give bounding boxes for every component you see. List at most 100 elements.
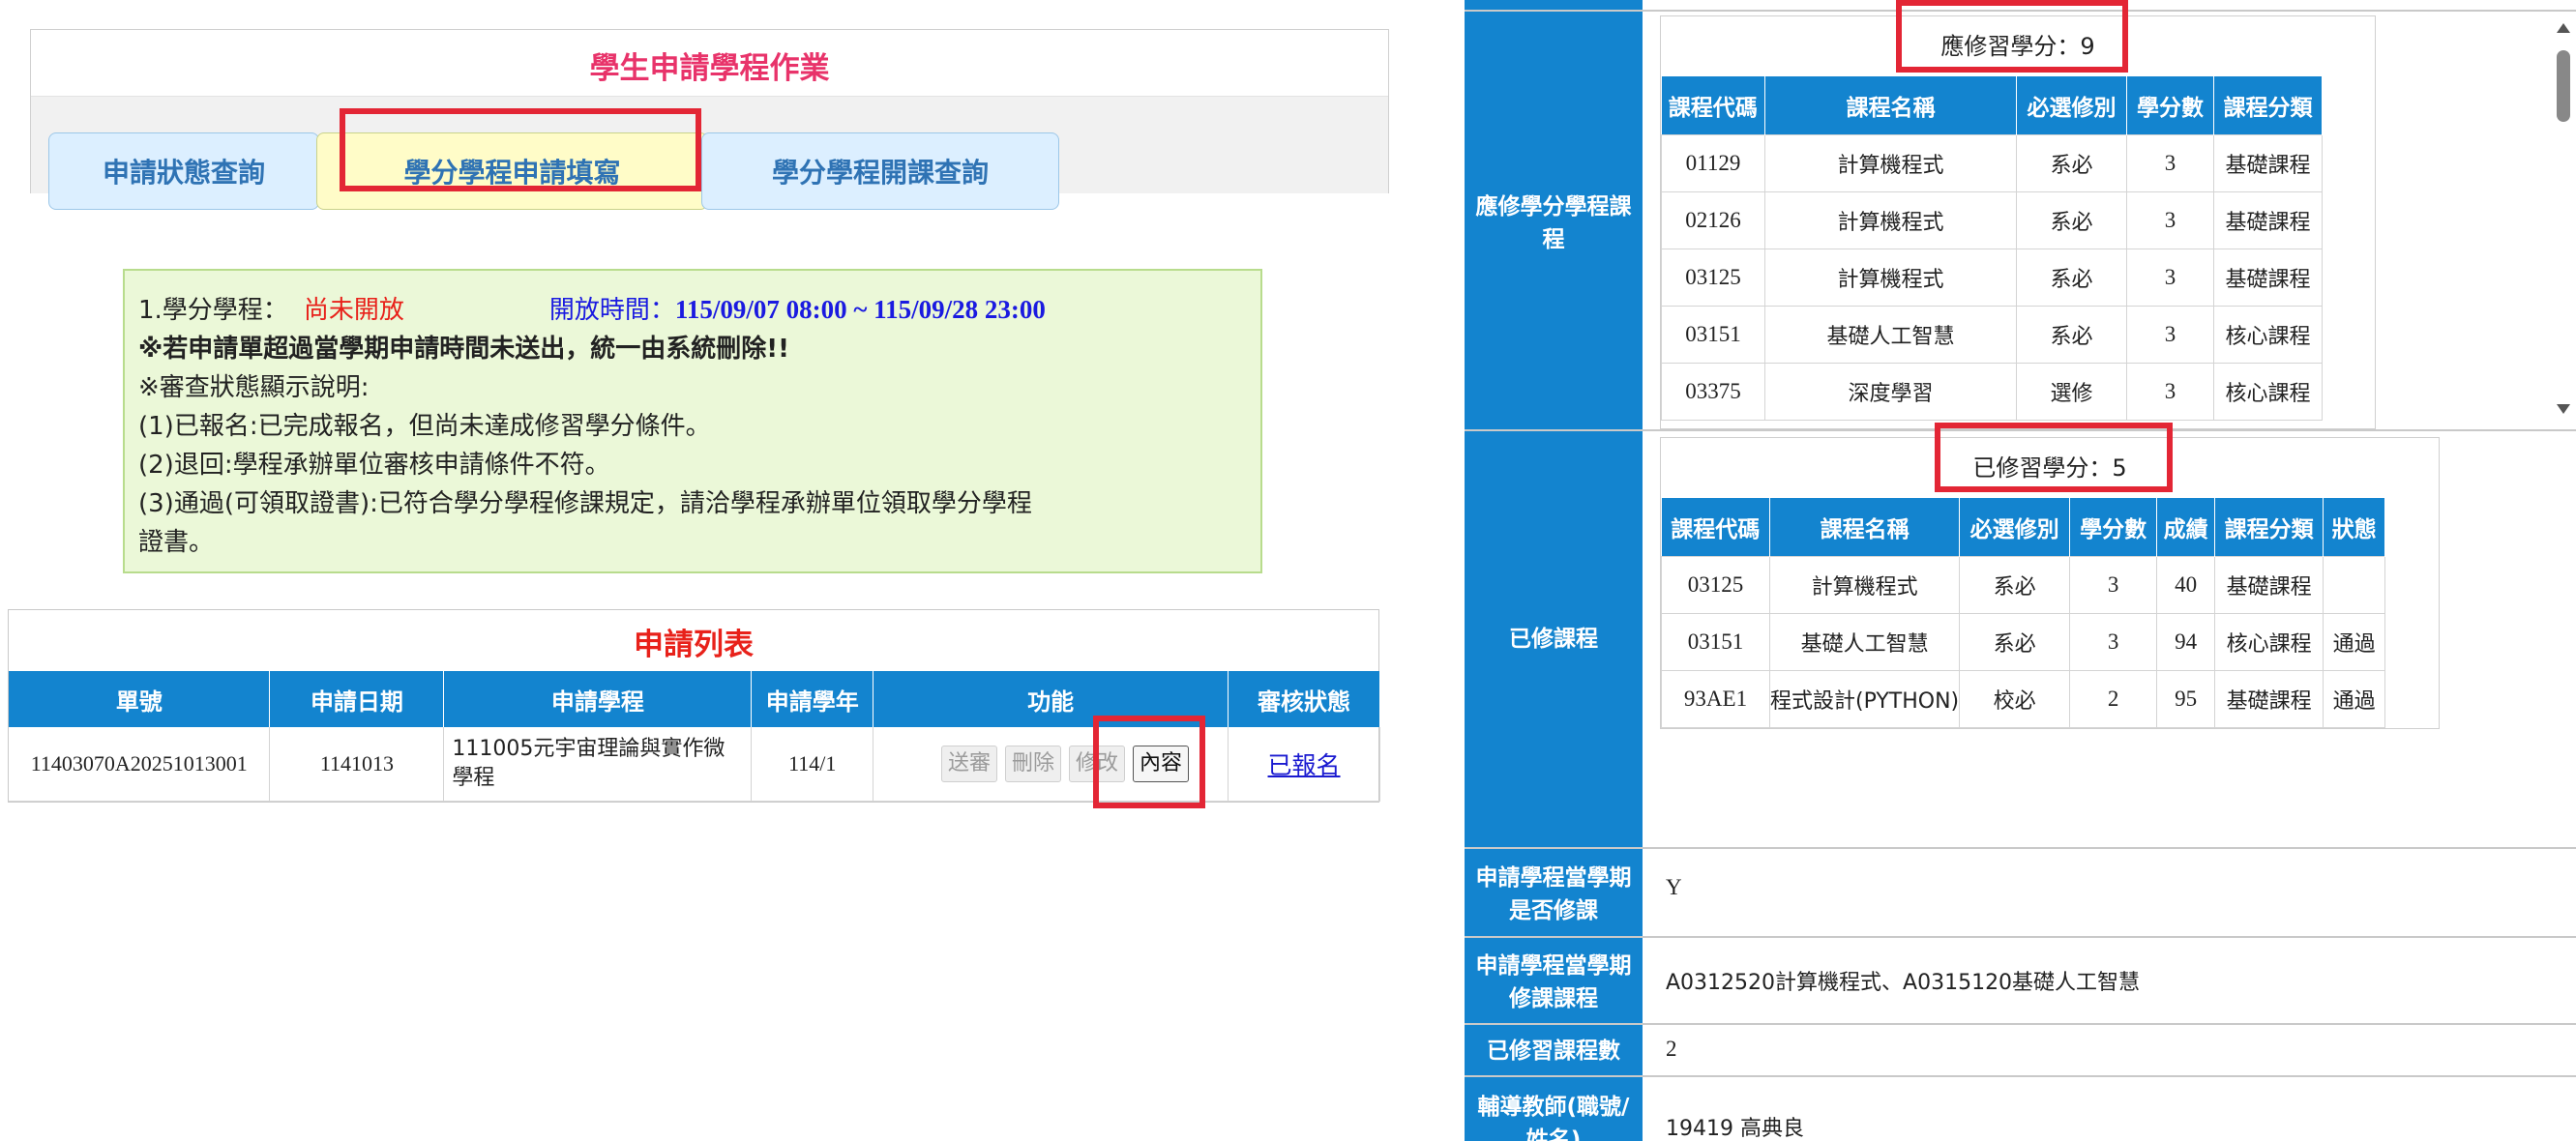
col-header-function: 功能 <box>873 671 1229 727</box>
scroll-up-arrow-icon[interactable] <box>2557 23 2570 33</box>
course-credits: 3 <box>2069 555 2158 614</box>
tab-application-status[interactable]: 申請狀態查詢 <box>48 132 319 210</box>
cell-functions: 送審 刪除 修改 內容 <box>873 727 1229 802</box>
course-grade: 94 <box>2156 612 2216 671</box>
course-state: 通過 <box>2323 612 2386 671</box>
notice-box: 1.學分學程： 尚未開放 開放時間：115/09/07 08:00 ~ 115/09… <box>123 269 1262 573</box>
course-code: 03375 <box>1661 362 1765 421</box>
course-name: 計算機程式 <box>1764 190 2017 249</box>
col-header-name: 課程名稱 <box>1764 76 2017 134</box>
submit-button[interactable]: 送審 <box>940 745 997 782</box>
value-current-semester: Y <box>1666 875 1682 899</box>
course-category: 基礎課程 <box>2213 190 2323 249</box>
open-time-label: 開放時間： <box>548 296 675 325</box>
col-header-credits: 學分數 <box>2069 498 2158 556</box>
col-header-code: 課程代碼 <box>1661 498 1770 556</box>
label-column: 應修學分學程課 程 已修課程 申請學程當學期 是否修課 申請學程當學期 修課課程… <box>1465 0 1643 1141</box>
col-header-date: 申請日期 <box>269 671 445 727</box>
course-credits: 3 <box>2126 305 2214 364</box>
course-credits: 3 <box>2126 133 2214 192</box>
scroll-down-arrow-icon[interactable] <box>2557 404 2570 414</box>
tab-application-form[interactable]: 學分學程申請填寫 <box>316 132 708 210</box>
label-required-line1: 應修學分學程課 <box>1475 194 1632 219</box>
open-time-value: 115/09/07 08:00 ~ 115/09/28 23:00 <box>674 295 1046 324</box>
edit-button[interactable]: 修改 <box>1069 745 1126 782</box>
course-code: 03125 <box>1661 248 1765 307</box>
cell-year: 114/1 <box>751 727 874 802</box>
label-advisor: 輔導教師(職號/ 姓名) <box>1465 1077 1643 1141</box>
col-header-id: 單號 <box>9 671 271 727</box>
label-current-courses-line2: 修課課程 <box>1509 986 1598 1011</box>
table-row: 03375 深度學習 選修 3 核心課程 <box>1661 362 2323 421</box>
course-name: 計算機程式 <box>1768 555 1961 614</box>
value-advisor: 19419 高典良 <box>1666 1117 1804 1141</box>
course-code: 01129 <box>1661 133 1765 192</box>
table-row: 03125 計算機程式 系必 3 40 基礎課程 <box>1661 555 2386 614</box>
value-completed-count: 2 <box>1666 1037 1677 1061</box>
course-category: 核心課程 <box>2213 362 2323 421</box>
course-type: 選修 <box>2016 362 2127 421</box>
course-credits: 3 <box>2069 612 2158 671</box>
col-header-name: 課程名稱 <box>1769 498 1961 556</box>
required-credits-title: 應修習學分：9 <box>1940 33 2095 60</box>
tab-course-query[interactable]: 學分學程開課查詢 <box>701 132 1059 210</box>
label-current-courses-line1: 申請學程當學期 <box>1475 953 1632 979</box>
course-code: 03125 <box>1661 555 1770 614</box>
course-type: 系必 <box>1959 555 2071 614</box>
cell-status: 已報名 <box>1228 727 1380 802</box>
required-courses-scrollbar[interactable] <box>2553 17 2574 424</box>
course-type: 系必 <box>2016 248 2127 307</box>
table-row: 01129 計算機程式 系必 3 基礎課程 <box>1661 133 2323 192</box>
label-required-courses: 應修學分學程課 程 <box>1465 15 1643 431</box>
table-row: 02126 計算機程式 系必 3 基礎課程 <box>1661 190 2323 249</box>
col-header-category: 課程分類 <box>2214 498 2324 556</box>
application-table: 單號 申請日期 申請學程 申請學年 功能 審核狀態 11403070A20251… <box>9 671 1380 802</box>
table-header-row: 單號 申請日期 申請學程 申請學年 功能 審核狀態 <box>9 671 1380 727</box>
course-code: 03151 <box>1661 305 1765 364</box>
application-list: 申請列表 單號 申請日期 申請學程 申請學年 功能 審核狀態 11403070A… <box>8 609 1380 803</box>
table-row: 03125 計算機程式 系必 3 基礎課程 <box>1661 248 2323 307</box>
course-type: 校必 <box>1959 669 2071 728</box>
col-header-credits: 學分數 <box>2126 76 2214 134</box>
required-courses-box: 應修習學分：9 課程代碼 課程名稱 必選修別 學分數 課程分類 01129 計算機… <box>1660 15 2376 429</box>
course-type: 系必 <box>2016 305 2127 364</box>
tab-strip: 申請狀態查詢 學分學程申請填寫 學分學程開課查詢 <box>31 96 1388 210</box>
course-name: 計算機程式 <box>1764 133 2017 192</box>
course-state: 通過 <box>2323 669 2386 728</box>
course-credits: 3 <box>2126 190 2214 249</box>
course-code: 03151 <box>1661 612 1770 671</box>
scroll-thumb[interactable] <box>2557 50 2570 122</box>
required-header-row: 課程代碼 課程名稱 必選修別 學分數 課程分類 <box>1661 76 2323 134</box>
label-advisor-line2: 姓名) <box>1525 1127 1582 1141</box>
legend-item-2: (2)退回:學程承辦單位審核申請條件不符。 <box>138 451 610 480</box>
open-time: 開放時間：115/09/07 08:00 ~ 115/09/28 23:00 <box>548 295 1046 325</box>
completed-credits-title: 已修習學分：5 <box>1972 454 2127 482</box>
course-category: 核心課程 <box>2213 305 2323 364</box>
delete-button[interactable]: 刪除 <box>1005 745 1062 782</box>
content-button[interactable]: 內容 <box>1133 745 1190 782</box>
col-header-year: 申請學年 <box>751 671 874 727</box>
course-name: 程式設計(PYTHON) <box>1768 669 1961 728</box>
col-header-status: 審核狀態 <box>1228 671 1380 727</box>
program-application-header: 學生申請學程作業 申請狀態查詢 學分學程申請填寫 學分學程開課查詢 <box>30 29 1389 210</box>
detail-panel: 應修學分學程課 程 已修課程 申請學程當學期 是否修課 申請學程當學期 修課課程… <box>1465 0 2576 1141</box>
cell-id: 11403070A20251013001 <box>9 727 271 802</box>
col-header-type: 必選修別 <box>2016 76 2127 134</box>
cell-program: 111005元宇宙理論與實作微 學程 <box>443 727 753 802</box>
value-current-courses: A0312520計算機程式、A0315120基礎人工智慧 <box>1666 971 2141 995</box>
label-current-semester: 申請學程當學期 是否修課 <box>1465 851 1643 938</box>
table-row: 03151 基礎人工智慧 系必 3 核心課程 <box>1661 305 2323 364</box>
label-current-courses: 申請學程當學期 修課課程 <box>1465 940 1643 1025</box>
content-column: 應修習學分：9 課程代碼 課程名稱 必選修別 學分數 課程分類 01129 計算機… <box>1643 0 2576 1141</box>
col-header-state: 狀態 <box>2323 498 2386 556</box>
col-header-program: 申請學程 <box>443 671 753 727</box>
label-completed-courses: 已修課程 <box>1509 627 1598 652</box>
course-name: 深度學習 <box>1764 362 2017 421</box>
course-grade: 40 <box>2156 555 2216 614</box>
course-type: 系必 <box>1959 612 2071 671</box>
course-name: 基礎人工智慧 <box>1764 305 2017 364</box>
course-name: 基礎人工智慧 <box>1768 612 1961 671</box>
course-category: 基礎課程 <box>2214 669 2324 728</box>
course-code: 02126 <box>1661 190 1765 249</box>
status-link[interactable]: 已報名 <box>1268 751 1341 779</box>
